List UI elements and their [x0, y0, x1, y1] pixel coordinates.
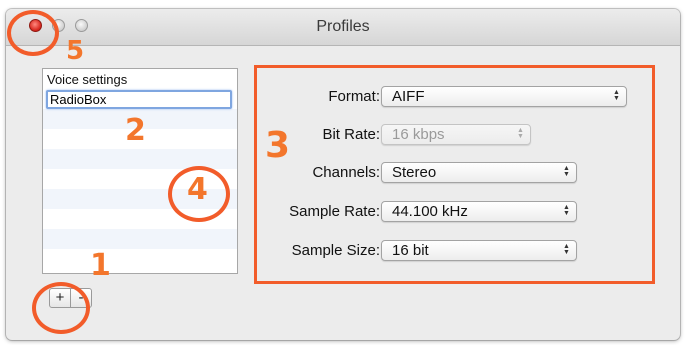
- callout-number-1: 1: [90, 248, 111, 283]
- list-item[interactable]: Voice settings: [47, 72, 127, 87]
- profile-name-field[interactable]: RadioBox: [46, 90, 232, 109]
- callout-circle-add-remove: [32, 282, 90, 334]
- list-row[interactable]: Voice settings: [43, 69, 237, 89]
- profiles-window: Profiles Voice settings RadioBox + - For…: [6, 9, 680, 340]
- window-title: Profiles: [316, 18, 370, 35]
- callout-number-2: 2: [125, 113, 146, 148]
- list-row-empty: [43, 249, 237, 269]
- list-row-empty: [43, 149, 237, 169]
- title-bar[interactable]: Profiles: [6, 9, 680, 46]
- callout-number-3: 3: [265, 125, 291, 166]
- callout-number-5: 5: [66, 36, 85, 66]
- list-row-empty: [43, 229, 237, 249]
- callout-box-settings: [254, 65, 655, 284]
- callout-circle-close: [7, 10, 59, 56]
- callout-number-4: 4: [187, 172, 208, 207]
